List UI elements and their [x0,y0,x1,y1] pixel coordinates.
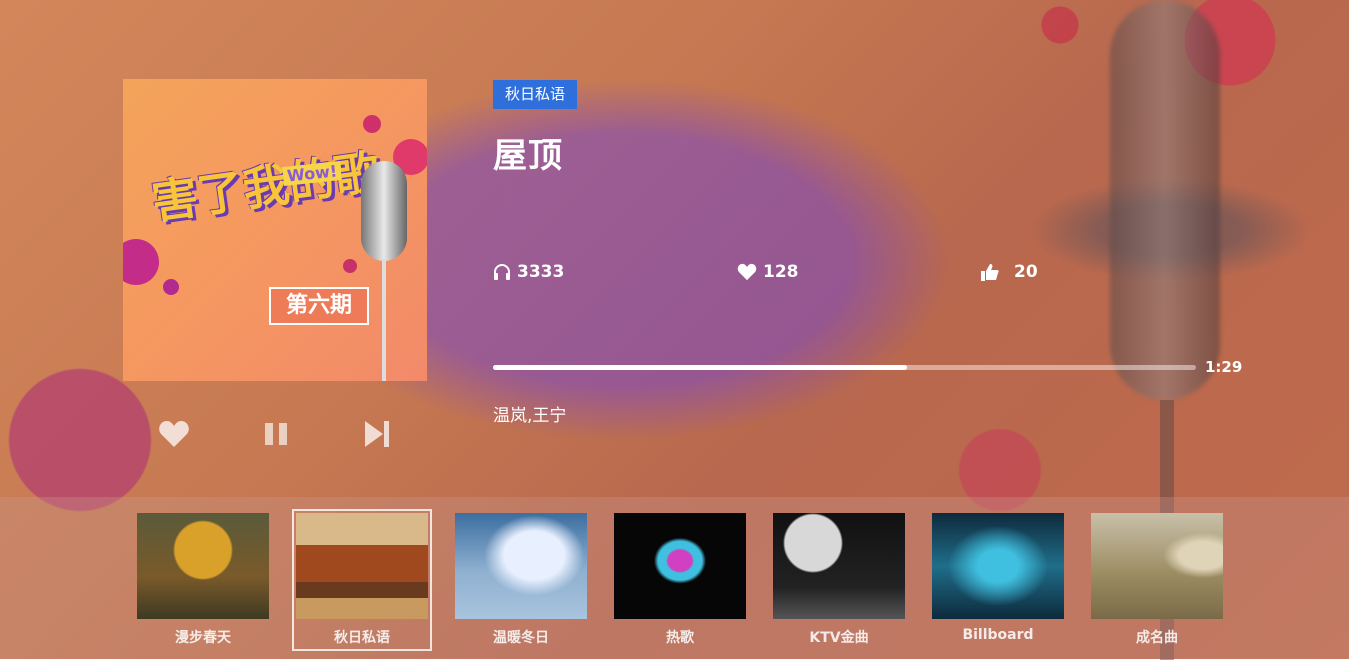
listen-count-value: 3333 [517,262,565,282]
background-microphone [1110,0,1220,400]
playlist-thumbnail[interactable] [455,513,587,619]
playlist-label[interactable]: 漫步春天 [137,627,269,647]
favorite-button[interactable] [157,418,191,450]
listen-count: 3333 [493,262,564,282]
album-cover: 害了我的歌 Wow! 第六期 [123,79,427,381]
thumbs-up-icon [980,263,1000,281]
playlist-label[interactable]: 秋日私语 [296,627,428,647]
like-count[interactable]: 128 [737,262,799,282]
cover-title-text: 害了我的歌 [148,144,384,230]
cover-microphone [361,161,407,261]
progress-bar-fill [493,365,908,370]
pause-icon [263,421,289,447]
song-title: 屋顶 [493,136,563,176]
playlist-item[interactable]: KTV金曲 [773,513,905,647]
playlist-thumbnail[interactable] [1091,513,1223,619]
playlist-label[interactable]: 温暖冬日 [455,627,587,647]
thumbs-up-count[interactable]: 20 [980,262,1038,282]
playlist-thumbnail[interactable] [137,513,269,619]
playlist-item[interactable]: 热歌 [614,513,746,647]
playlist-thumbnail[interactable] [932,513,1064,619]
skip-next-icon [363,419,391,449]
like-count-value: 128 [763,262,799,282]
heart-icon [158,420,190,448]
playlist-item[interactable]: 漫步春天 [137,513,269,647]
playlist-item[interactable]: 秋日私语 [292,509,432,651]
artist-name[interactable]: 温岚,王宁 [493,401,566,426]
episode-badge: 第六期 [269,287,369,325]
category-tag[interactable]: 秋日私语 [493,80,578,109]
playlist-thumbnail[interactable] [614,513,746,619]
playlist-label[interactable]: KTV金曲 [773,627,905,647]
playlist-thumbnail[interactable] [296,513,428,619]
playlist-thumbnail[interactable] [773,513,905,619]
playlist-label[interactable]: 成名曲 [1091,627,1223,647]
playlist-item[interactable]: Billboard [932,513,1064,643]
elapsed-time: 1:29 [1205,358,1243,376]
headphones-icon [493,263,511,281]
progress-bar[interactable] [493,365,1196,370]
cover-microphone-stand [382,259,386,381]
heart-icon [737,263,757,281]
playlist-item[interactable]: 温暖冬日 [455,513,587,647]
playlist-label[interactable]: 热歌 [614,627,746,647]
next-button[interactable] [362,418,392,450]
playlist-label[interactable]: Billboard [932,627,1064,643]
thumbs-up-count-value: 20 [1014,262,1038,282]
pause-button[interactable] [262,418,290,450]
playlist-item[interactable]: 成名曲 [1091,513,1223,647]
